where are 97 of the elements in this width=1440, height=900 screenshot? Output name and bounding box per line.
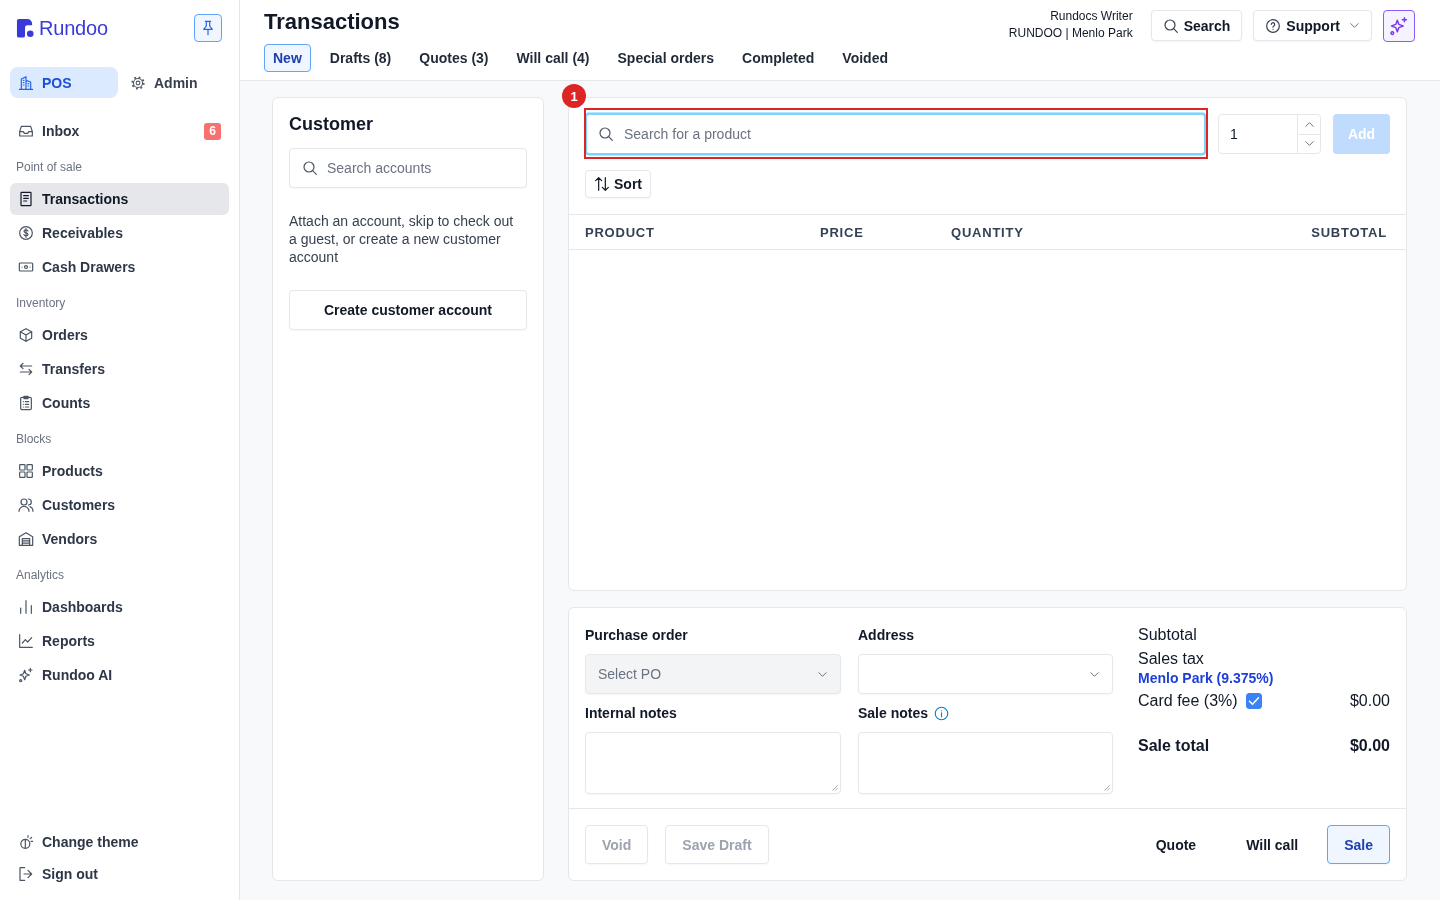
sign-out-icon <box>18 866 34 882</box>
field-label: Sale notes <box>858 704 929 723</box>
resize-grip-icon <box>1102 783 1110 791</box>
nav-item[interactable]: Customers <box>10 489 229 521</box>
tax-rate-link[interactable]: Menlo Park (9.375%) <box>1138 669 1274 687</box>
logo-wordmark: Rundoo <box>39 16 108 40</box>
nav-item[interactable]: Transfers <box>10 353 229 385</box>
section-label: Point of sale <box>16 159 84 175</box>
help-icon <box>1265 17 1282 34</box>
field-label: Internal notes <box>585 704 678 723</box>
arrows-icon <box>18 361 34 377</box>
clipboard-icon <box>18 395 34 411</box>
search-button[interactable]: Search <box>1150 10 1243 41</box>
card-fee-checkbox[interactable] <box>1245 693 1262 709</box>
help-text: Attach an account, skip to check out a guest, or create a new customer account <box>289 212 515 266</box>
panel-title: Customer <box>289 113 374 136</box>
card-fee-label: Card fee (3%) <box>1138 691 1238 711</box>
column-header: PRODUCT <box>585 224 656 240</box>
gear-icon <box>130 74 146 91</box>
sale-notes-field[interactable] <box>858 732 1113 794</box>
nav-item[interactable]: Inbox 6 <box>10 115 229 147</box>
sort-icon <box>594 176 610 192</box>
user-name: Rundocs Writer <box>1049 8 1133 25</box>
field-label: Address <box>858 626 916 645</box>
mode-tab[interactable]: POS <box>10 67 118 98</box>
banknote-icon <box>18 259 34 275</box>
chevron-down-icon <box>1349 20 1360 31</box>
nav-item[interactable]: Products <box>10 455 229 487</box>
nav-item[interactable]: Vendors <box>10 523 229 555</box>
account-search-field[interactable]: Search accounts <box>289 148 527 188</box>
nav-item[interactable]: Counts <box>10 387 229 419</box>
quantity-field[interactable]: 1 <box>1218 114 1321 154</box>
users-icon <box>18 497 34 513</box>
sparkle-icon <box>1389 16 1409 36</box>
nav-item[interactable]: Cash Drawers <box>10 251 229 283</box>
product-search-field[interactable]: Search for a product <box>585 113 1206 155</box>
warehouse-icon <box>18 531 34 547</box>
logo-icon <box>16 18 35 38</box>
ai-assistant-button[interactable] <box>1383 10 1415 42</box>
search-icon <box>1162 17 1179 34</box>
dollar-icon <box>18 225 34 241</box>
cube-icon <box>18 327 34 343</box>
annotation-marker: 1 <box>562 84 586 108</box>
theme-icon <box>18 834 34 850</box>
page-title: Transactions <box>264 8 401 36</box>
column-header: PRICE <box>820 224 865 240</box>
tab[interactable]: Completed <box>733 44 824 72</box>
nav-item[interactable]: Change theme <box>10 826 229 858</box>
nav-item[interactable]: Orders <box>10 319 229 351</box>
tab[interactable]: Voided <box>833 44 897 72</box>
column-header: SUBTOTAL <box>1311 224 1387 240</box>
tab[interactable]: Will call (4) <box>507 44 599 72</box>
tab[interactable]: Special orders <box>608 44 723 72</box>
count-badge: 6 <box>204 122 221 140</box>
quote-button[interactable]: Quote <box>1134 825 1218 864</box>
search-icon <box>302 160 318 176</box>
nav-item[interactable]: Reports <box>10 625 229 657</box>
internal-notes-field[interactable] <box>585 732 841 794</box>
section-label: Analytics <box>16 567 66 583</box>
tab[interactable]: New <box>264 44 311 72</box>
line-chart-icon <box>18 633 34 649</box>
address-select[interactable] <box>858 654 1113 694</box>
mode-tab[interactable]: Admin <box>122 67 230 98</box>
subtotal-label: Subtotal <box>1138 625 1197 645</box>
column-header: QUANTITY <box>951 224 1025 240</box>
bar-chart-icon <box>18 599 34 615</box>
card-fee-amount: $0.00 <box>1349 691 1390 711</box>
field-label: Purchase order <box>585 626 689 645</box>
receipt-icon <box>18 191 34 207</box>
nav-item[interactable]: Rundoo AI <box>10 659 229 691</box>
sale-button[interactable]: Sale <box>1327 825 1390 864</box>
pin-icon <box>200 20 216 36</box>
tab[interactable]: Drafts (8) <box>320 44 401 72</box>
nav-item[interactable]: Sign out <box>10 858 229 890</box>
support-button[interactable]: Support <box>1253 10 1372 41</box>
sales-tax-label: Sales tax <box>1138 649 1204 669</box>
will-call-button[interactable]: Will call <box>1225 825 1320 864</box>
check-icon <box>1247 695 1260 707</box>
store-name: RUNDOO | Menlo Park <box>1008 25 1133 42</box>
nav-item[interactable]: Transactions <box>10 183 229 215</box>
sparkle-icon <box>18 667 34 683</box>
tab[interactable]: Quotes (3) <box>410 44 498 72</box>
create-account-button[interactable]: Create customer account <box>289 290 527 330</box>
section-label: Blocks <box>16 431 53 447</box>
grid-icon <box>18 463 34 479</box>
sale-total-label: Sale total <box>1138 736 1210 756</box>
search-icon <box>598 126 614 142</box>
building-icon <box>18 74 34 91</box>
nav-item[interactable]: Dashboards <box>10 591 229 623</box>
pin-button[interactable] <box>194 14 222 42</box>
info-icon <box>934 705 950 721</box>
sort-button[interactable]: Sort <box>585 170 651 198</box>
resize-grip-icon <box>830 783 838 791</box>
inbox-icon <box>18 123 34 139</box>
sale-total-amount: $0.00 <box>1349 736 1390 756</box>
nav-item[interactable]: Receivables <box>10 217 229 249</box>
section-label: Inventory <box>16 295 67 311</box>
